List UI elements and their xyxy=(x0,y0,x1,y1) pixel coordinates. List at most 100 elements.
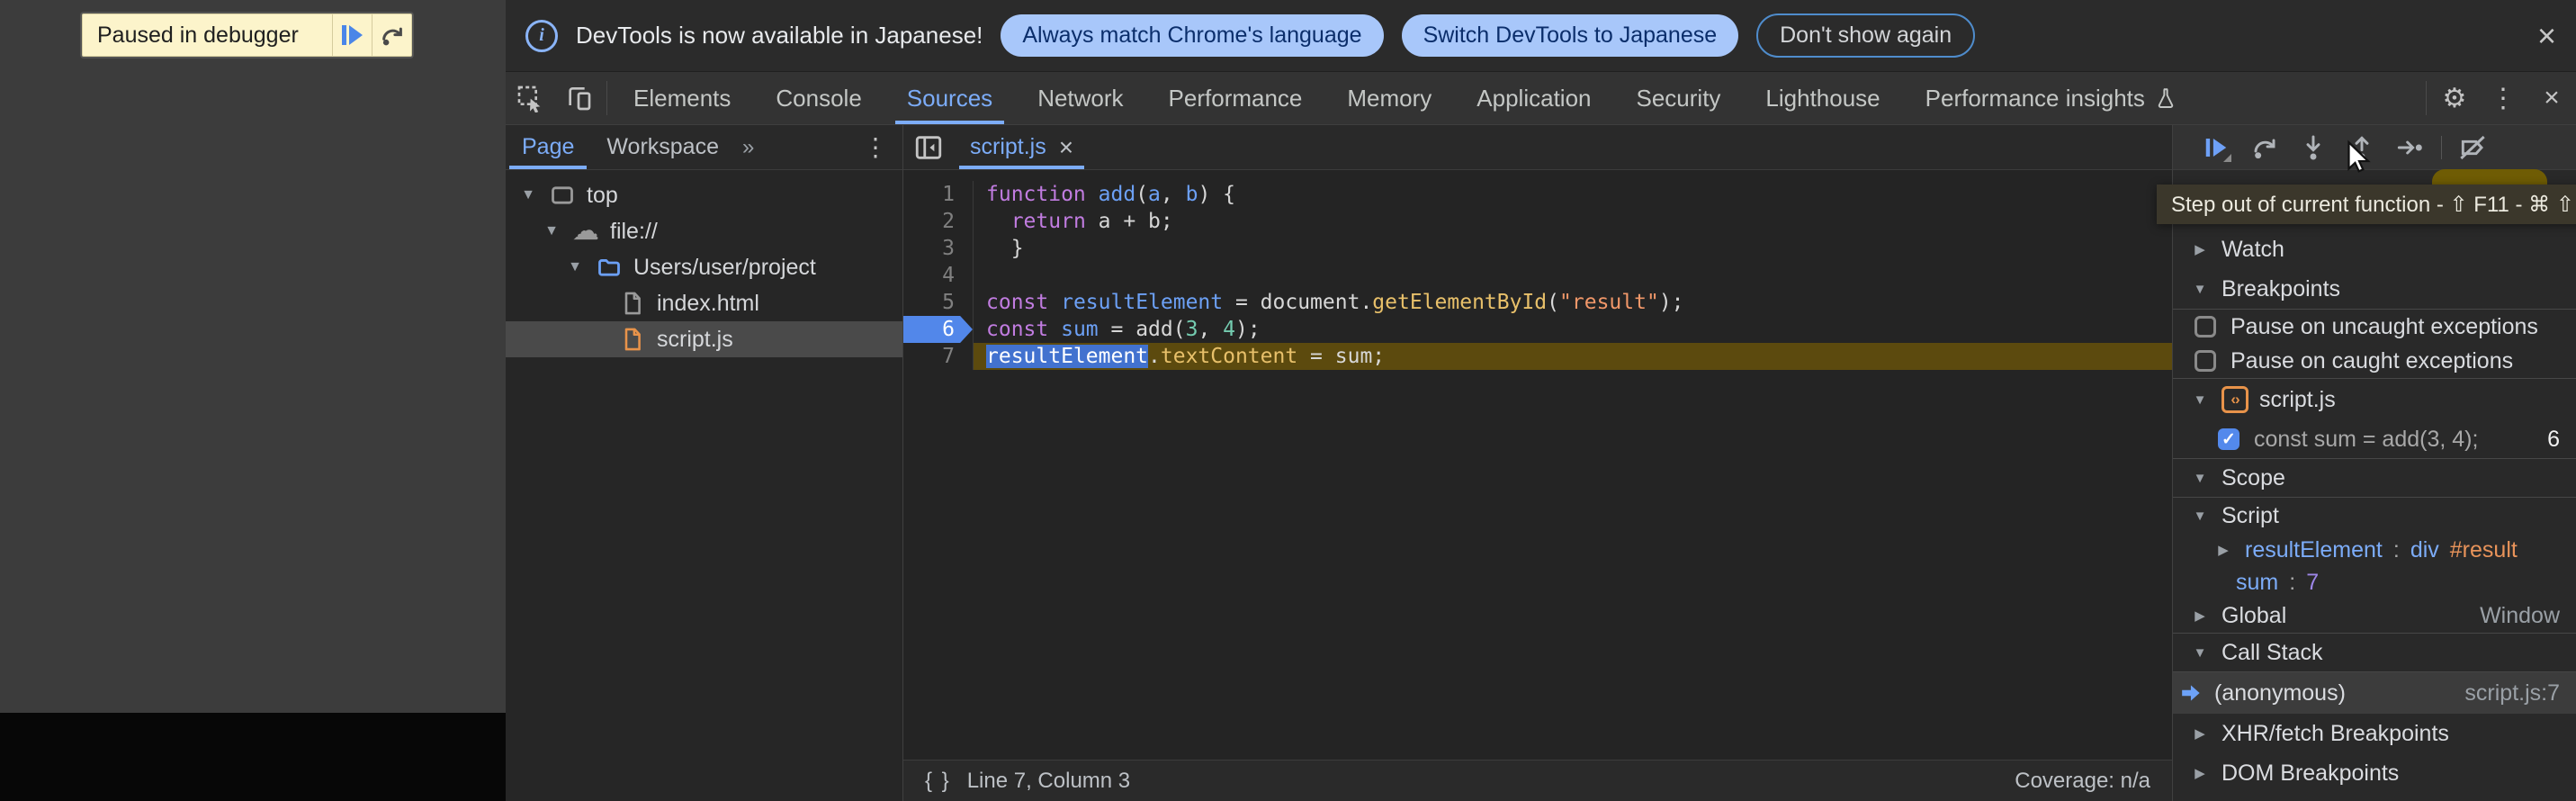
tab-console[interactable]: Console xyxy=(753,72,884,124)
navigator-more-button[interactable]: ⋮ xyxy=(848,125,902,169)
inspect-cursor-icon xyxy=(516,84,544,112)
section-breakpoints[interactable]: ▼ Breakpoints xyxy=(2173,269,2576,309)
code-line-content[interactable] xyxy=(974,262,2172,289)
tab-memory[interactable]: Memory xyxy=(1324,72,1454,124)
code-line-6[interactable]: 6const sum = add(3, 4); xyxy=(903,316,2172,343)
checkbox-checked-icon[interactable]: ✓ xyxy=(2218,428,2239,450)
tab-close-icon[interactable]: × xyxy=(1059,135,1073,160)
tab-workspace[interactable]: Workspace xyxy=(590,125,735,169)
debugger-toolbar xyxy=(2173,125,2576,170)
code-line-1[interactable]: 1function add(a, b) { xyxy=(903,181,2172,208)
breakpoint-gutter-line-6[interactable]: 6 xyxy=(903,316,974,343)
step-into-button[interactable] xyxy=(2295,130,2331,166)
breakpoint-item[interactable]: ✓ const sum = add(3, 4); 6 xyxy=(2173,420,2576,458)
code-editor[interactable]: 1function add(a, b) {2 return a + b;3 }4… xyxy=(903,170,2172,760)
tree-item-top[interactable]: ▼top xyxy=(506,177,902,213)
code-line-content[interactable]: return a + b; xyxy=(974,208,2172,235)
tab-sources[interactable]: Sources xyxy=(884,72,1015,124)
tab-elements[interactable]: Elements xyxy=(611,72,753,124)
breakpoint-badge[interactable]: 6 xyxy=(903,316,973,343)
section-scope[interactable]: ▼ Scope xyxy=(2173,459,2576,497)
tree-item-index-html[interactable]: index.html xyxy=(506,285,902,321)
call-stack-frame[interactable]: (anonymous) script.js:7 xyxy=(2173,672,2576,714)
step-over-banner-button[interactable] xyxy=(372,14,411,56)
tab-label: Performance insights xyxy=(1925,85,2145,112)
section-watch[interactable]: ▶ Watch xyxy=(2173,230,2576,269)
var-value-tag: div xyxy=(2410,537,2439,563)
debugger-sections: ▶ Watch ▼ Breakpoints Pause on uncaught … xyxy=(2173,230,2576,801)
code-line-content[interactable]: function add(a, b) { xyxy=(974,181,2172,208)
tree-item-label: script.js xyxy=(657,327,733,353)
tab-label: Elements xyxy=(633,85,731,112)
tab-performance-insights[interactable]: Performance insights xyxy=(1903,72,2200,124)
devtools-window: i DevTools is now available in Japanese!… xyxy=(506,0,2576,801)
scope-var-resultelement[interactable]: ▶ resultElement: div#result xyxy=(2173,534,2576,566)
tab-page[interactable]: Page xyxy=(506,125,590,169)
scope-global-group[interactable]: ▶ Global Window xyxy=(2173,598,2576,633)
gutter-line-3[interactable]: 3 xyxy=(903,235,974,262)
tree-item-label: file:// xyxy=(610,219,658,245)
mouse-cursor xyxy=(2340,140,2374,174)
notification-close-icon[interactable]: × xyxy=(2537,20,2556,52)
scope-var-sum[interactable]: sum: 7 xyxy=(2173,566,2576,598)
section-dom-breakpoints[interactable]: ▶ DOM Breakpoints xyxy=(2173,753,2576,793)
tree-item-file-[interactable]: ▼☁file:// xyxy=(506,213,902,249)
gutter-line-7[interactable]: 7 xyxy=(903,343,974,370)
gutter-line-5[interactable]: 5 xyxy=(903,289,974,316)
more-tabs-icon[interactable]: » xyxy=(735,125,761,169)
step-over-button[interactable] xyxy=(2247,130,2283,166)
screen: Paused in debugger i DevTools is now ava… xyxy=(0,0,2576,801)
tree-item-label: Users/user/project xyxy=(633,255,816,281)
more-options-button[interactable]: ⋮ xyxy=(2479,72,2527,124)
step-button[interactable] xyxy=(2392,130,2428,166)
tab-lighthouse[interactable]: Lighthouse xyxy=(1743,72,1902,124)
code-line-content[interactable]: } xyxy=(974,235,2172,262)
resume-script-button[interactable] xyxy=(332,14,372,56)
inspect-element-button[interactable] xyxy=(506,72,554,124)
switch-devtools-japanese-button[interactable]: Switch DevTools to Japanese xyxy=(1402,14,1739,57)
tab-performance[interactable]: Performance xyxy=(1146,72,1325,124)
code-line-3[interactable]: 3 } xyxy=(903,235,2172,262)
dont-show-again-button[interactable]: Don't show again xyxy=(1756,14,1975,58)
toggle-navigator-button[interactable] xyxy=(903,125,954,169)
always-match-language-button[interactable]: Always match Chrome's language xyxy=(1001,14,1383,57)
tab-label: Network xyxy=(1037,85,1123,112)
gutter-line-4[interactable]: 4 xyxy=(903,262,974,289)
code-line-4[interactable]: 4 xyxy=(903,262,2172,289)
expand-arrow-icon[interactable]: ▼ xyxy=(542,223,561,239)
pause-uncaught-row[interactable]: Pause on uncaught exceptions xyxy=(2173,310,2576,344)
settings-button[interactable]: ⚙ xyxy=(2430,72,2479,124)
checkbox-unchecked-icon[interactable] xyxy=(2195,350,2216,372)
code-line-content[interactable]: resultElement.textContent = sum; xyxy=(974,343,2172,370)
section-call-stack[interactable]: ▼ Call Stack xyxy=(2173,634,2576,671)
toggle-device-toolbar-button[interactable] xyxy=(554,72,603,124)
expand-arrow-icon[interactable]: ▼ xyxy=(518,187,538,203)
scope-script-group[interactable]: ▼ Script xyxy=(2173,498,2576,534)
scope-script-label: Script xyxy=(2221,503,2279,529)
code-line-content[interactable]: const resultElement = document.getElemen… xyxy=(974,289,2172,316)
section-xhr-breakpoints[interactable]: ▶ XHR/fetch Breakpoints xyxy=(2173,714,2576,753)
file-icon-js xyxy=(617,326,648,353)
checkbox-unchecked-icon[interactable] xyxy=(2195,316,2216,338)
code-line-content[interactable]: const sum = add(3, 4); xyxy=(974,316,2172,343)
expand-arrow-icon[interactable]: ▼ xyxy=(565,259,585,275)
tree-item-script-js[interactable]: script.js xyxy=(506,321,902,357)
resume-button[interactable] xyxy=(2198,130,2234,166)
tab-label: Security xyxy=(1637,85,1721,112)
paused-in-debugger-banner: Paused in debugger xyxy=(82,14,412,57)
pause-caught-row[interactable]: Pause on caught exceptions xyxy=(2173,344,2576,378)
breakpoint-group-scriptjs[interactable]: ▼ ‹› script.js xyxy=(2173,379,2576,420)
tab-network[interactable]: Network xyxy=(1015,72,1145,124)
deactivate-breakpoints-button[interactable] xyxy=(2455,130,2491,166)
tab-security[interactable]: Security xyxy=(1614,72,1744,124)
tab-application[interactable]: Application xyxy=(1454,72,1613,124)
gutter-line-1[interactable]: 1 xyxy=(903,181,974,208)
code-line-7[interactable]: 7resultElement.textContent = sum; xyxy=(903,343,2172,370)
tree-item-users-user-project[interactable]: ▼ Users/user/project xyxy=(506,249,902,285)
gutter-line-2[interactable]: 2 xyxy=(903,208,974,235)
code-line-2[interactable]: 2 return a + b; xyxy=(903,208,2172,235)
devtools-close-button[interactable]: × xyxy=(2527,72,2576,124)
step-over-icon xyxy=(2250,133,2279,162)
editor-tab-scriptjs[interactable]: script.js × xyxy=(954,125,1090,169)
code-line-5[interactable]: 5const resultElement = document.getEleme… xyxy=(903,289,2172,316)
